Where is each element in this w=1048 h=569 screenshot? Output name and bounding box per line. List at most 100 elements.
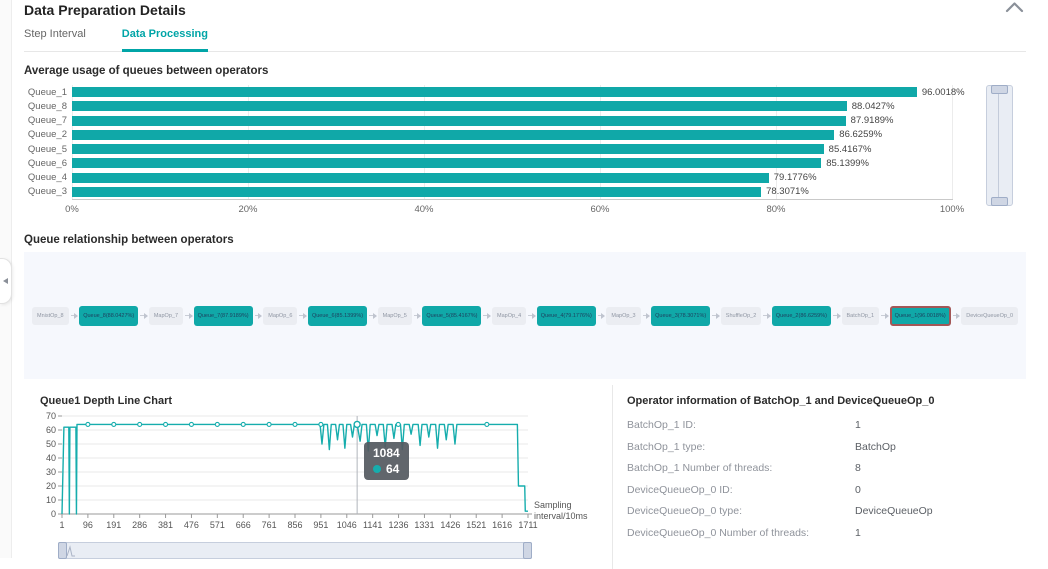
- x-tick-label: 0%: [65, 204, 79, 215]
- queue-usage-bar-chart[interactable]: Queue_1 96.0018% Queue_8 88.0427% Queue_7 87.…: [24, 83, 1026, 221]
- operator-node[interactable]: MapOp_6: [263, 306, 298, 325]
- flow-arrow-icon: [140, 312, 148, 319]
- line-chart-plot[interactable]: 0 10 20 30 40 50 60 70 1 96 191 286 381 476 571 666 761 8…: [28, 410, 594, 539]
- x-tick-label: 1521: [466, 520, 486, 530]
- x-tick-label: 1616: [492, 520, 512, 530]
- x-tick-label: 1236: [389, 520, 409, 530]
- bar-value-label: 96.0018%: [921, 86, 965, 98]
- operator-node[interactable]: DeviceQueueOp_0: [961, 306, 1019, 325]
- bar-category-label: Queue_3: [27, 186, 67, 198]
- bar[interactable]: [72, 129, 835, 140]
- operator-node[interactable]: BatchOp_1: [841, 306, 880, 325]
- info-row: DeviceQueueOp_0 ID: 0: [627, 484, 1026, 496]
- queue-node[interactable]: Queue_3(78.3071%): [651, 305, 711, 326]
- datazoom-top-handle[interactable]: [991, 85, 1008, 94]
- flow-arrow-icon: [528, 312, 536, 319]
- x-tick-label: 951: [313, 520, 328, 530]
- bar-value-label: 78.3071%: [766, 186, 809, 198]
- x-tick-label: 856: [287, 520, 302, 530]
- x-tick-label: 761: [262, 520, 277, 530]
- bar-rows: Queue_1 96.0018% Queue_8 88.0427% Queue_7 87.…: [24, 85, 972, 199]
- datazoom-track-line: [998, 94, 999, 197]
- flow-arrow-icon: [413, 312, 421, 319]
- bar-section-title: Average usage of queues between operator…: [24, 65, 269, 77]
- tab-step-interval[interactable]: Step Interval: [24, 28, 86, 51]
- bar-row[interactable]: Queue_1 96.0018%: [24, 86, 972, 99]
- bar[interactable]: [72, 186, 762, 197]
- operator-node[interactable]: MapOp_4: [492, 306, 527, 325]
- bar[interactable]: [72, 158, 822, 169]
- x-tick-label: 191: [106, 520, 121, 530]
- bar[interactable]: [72, 101, 847, 112]
- info-value: BatchOp: [855, 440, 896, 453]
- tab-data-processing[interactable]: Data Processing: [121, 28, 208, 52]
- bar-row[interactable]: Queue_3 78.3071%: [24, 185, 972, 198]
- bar-value-label: 88.0427%: [851, 100, 895, 112]
- operator-node[interactable]: ShuffleOp_2: [720, 306, 762, 325]
- bar[interactable]: [72, 144, 824, 155]
- flow-arrow-icon: [185, 312, 193, 319]
- bar-category-label: Queue_6: [27, 157, 67, 169]
- info-row: BatchOp_1 ID: 1: [627, 419, 1026, 431]
- y-tick-label: 40: [46, 453, 56, 463]
- queue-node[interactable]: Queue_6(85.1399%): [307, 305, 368, 326]
- flow-arrow-icon: [70, 312, 78, 319]
- datazoom-bottom-handle[interactable]: [991, 197, 1008, 206]
- y-tick-label: 50: [46, 439, 56, 449]
- operator-node[interactable]: MapOp_7: [148, 306, 183, 325]
- queue-node[interactable]: Queue_5(85.4167%): [422, 305, 482, 326]
- bar-row[interactable]: Queue_6 85.1399%: [24, 157, 972, 170]
- y-tick-label: 60: [46, 425, 56, 435]
- x-tick-label: 20%: [238, 204, 258, 215]
- bar-row[interactable]: Queue_7 87.9189%: [24, 114, 972, 127]
- bar-category-label: Queue_8: [27, 100, 67, 112]
- collapse-panel-button[interactable]: [1005, 0, 1024, 18]
- bar-row[interactable]: Queue_8 88.0427%: [24, 100, 972, 113]
- datazoom-preview-icon: [66, 545, 75, 557]
- queue-node[interactable]: Queue_1(96.0018%): [889, 305, 951, 326]
- flow-arrow-icon: [712, 312, 720, 319]
- x-tick-label: 381: [158, 520, 173, 530]
- x-tick-label: 1711: [518, 520, 537, 530]
- info-value: 1: [855, 526, 861, 539]
- operator-info-panel: Operator information of BatchOp_1 and De…: [612, 385, 1026, 569]
- queue-depth-line-chart-card: Queue1 Depth Line Chart 0 10 20 30 40 50 60 70 1…: [24, 385, 612, 569]
- bar[interactable]: [72, 172, 769, 183]
- bar-category-label: Queue_2: [27, 129, 67, 141]
- operator-node[interactable]: MapOp_3: [606, 306, 641, 325]
- data-preparation-panel: Data Preparation Details Step Interval Da…: [12, 0, 1048, 569]
- sidebar-expand-handle[interactable]: [0, 258, 12, 304]
- flow-arrow-icon: [881, 312, 889, 319]
- flow-arrow-icon: [642, 312, 650, 319]
- datazoom-right-handle[interactable]: [523, 542, 532, 559]
- queue-node[interactable]: Queue_4(79.1776%): [536, 305, 596, 326]
- collapsed-sidebar-rail: [0, 0, 12, 558]
- operator-node[interactable]: MnistOp_8: [32, 306, 69, 325]
- bar-category-label: Queue_4: [27, 172, 67, 184]
- bar-row[interactable]: Queue_2 86.6259%: [24, 128, 972, 141]
- info-row: DeviceQueueOp_0 type: DeviceQueueOp: [627, 505, 1026, 517]
- queue-node[interactable]: Queue_8(88.0427%): [79, 305, 139, 326]
- flow-arrow-icon: [483, 312, 491, 319]
- bar-chart-datazoom-slider[interactable]: [986, 85, 1013, 206]
- queue-node[interactable]: Queue_2(86.6259%): [771, 305, 831, 326]
- info-row: DeviceQueueOp_0 Number of threads: 1: [627, 527, 1026, 539]
- bar[interactable]: [72, 115, 846, 126]
- operator-node[interactable]: MapOp_5: [377, 306, 412, 325]
- info-value: 1: [855, 419, 861, 431]
- bar-row[interactable]: Queue_4 79.1776%: [24, 171, 972, 184]
- info-label: DeviceQueueOp_0 type:: [627, 505, 742, 517]
- x-axis-name: Sampling: [534, 500, 572, 510]
- bar-row[interactable]: Queue_5 85.4167%: [24, 143, 972, 156]
- bar-value-label: 85.4167%: [828, 143, 872, 155]
- tab-bar: Step Interval Data Processing: [24, 28, 1026, 52]
- queue-node[interactable]: Queue_7(87.9189%): [193, 305, 253, 326]
- queue-relationship-diagram: MnistOp_8 Queue_8(88.0427%) MapOp_7 Queue_7…: [24, 252, 1026, 379]
- bar-value-label: 86.6259%: [839, 129, 883, 141]
- line-chart-datazoom-slider[interactable]: [58, 542, 532, 559]
- chevron-up-icon: [1005, 2, 1024, 13]
- info-row: BatchOp_1 Number of threads: 8: [627, 462, 1026, 474]
- x-tick-label: 96: [83, 520, 93, 530]
- bar[interactable]: [72, 87, 917, 98]
- y-tick-label: 10: [46, 495, 56, 505]
